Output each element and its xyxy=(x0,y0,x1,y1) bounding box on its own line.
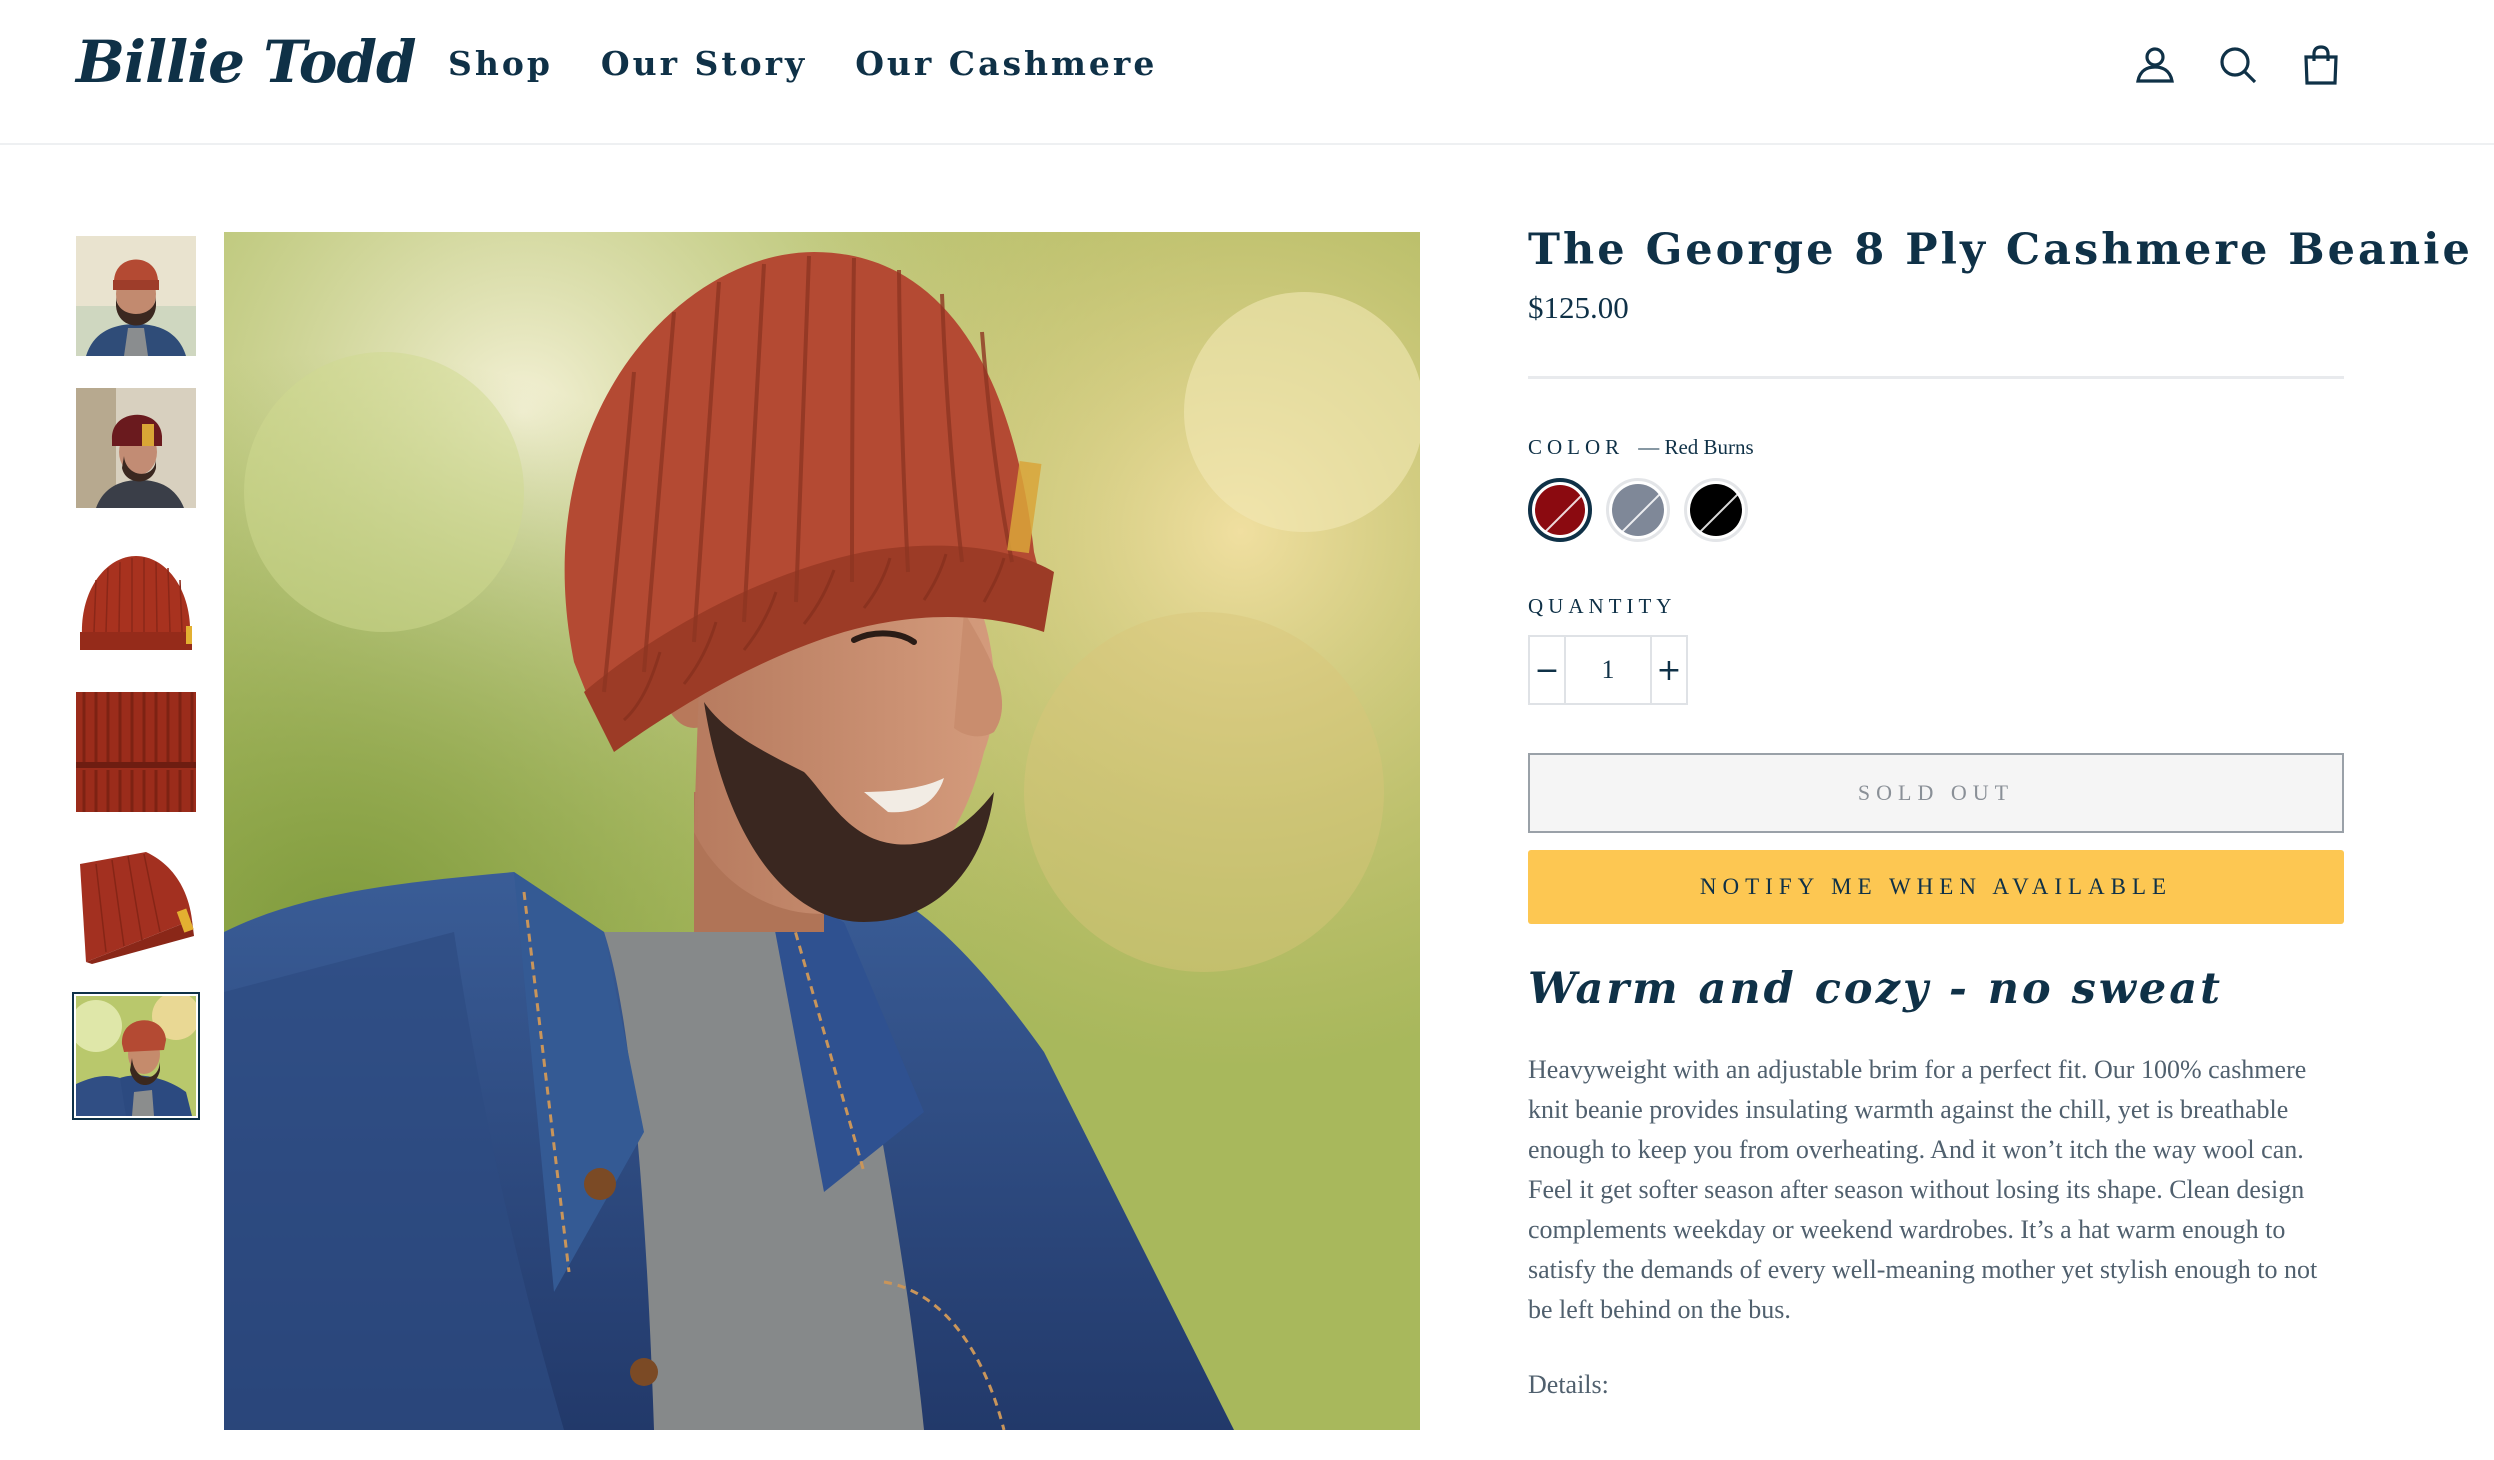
sold-out-button[interactable]: SOLD OUT xyxy=(1528,753,2344,833)
product-description: Heavyweight with an adjustable brim for … xyxy=(1528,1055,2318,1324)
main-nav: Shop Our Story Our Cashmere xyxy=(448,44,1157,83)
site-header: Billie Todd Shop Our Story Our Cashmere xyxy=(0,0,2494,145)
details-heading: Details: xyxy=(1528,1370,1609,1399)
thumbnail-beanie-flat-side[interactable] xyxy=(76,844,196,964)
cart-icon[interactable] xyxy=(2300,44,2342,86)
swatch-black-fill xyxy=(1690,484,1742,536)
divider xyxy=(1528,376,2344,379)
quantity-stepper: − + xyxy=(1528,635,1688,705)
search-icon[interactable] xyxy=(2217,44,2259,86)
product-tagline: Warm and cozy - no sweat xyxy=(1528,964,2223,1014)
thumbnail-man-wearing-beanie-profile[interactable] xyxy=(76,388,196,508)
selected-color-name: — Red Burns xyxy=(1638,435,1754,459)
color-swatches xyxy=(1528,478,2344,542)
account-icon[interactable] xyxy=(2134,44,2176,86)
brand-logo[interactable]: Billie Todd xyxy=(76,28,417,96)
thumbnail-beanie-flat-front[interactable] xyxy=(76,540,196,660)
notify-me-button[interactable]: NOTIFY ME WHEN AVAILABLE xyxy=(1528,850,2344,924)
swatch-red-burns-fill xyxy=(1535,485,1585,535)
thumbnail-man-wearing-beanie-front[interactable] xyxy=(76,236,196,356)
swatch-red-burns[interactable] xyxy=(1528,478,1592,542)
thumbnail-beanie-knit-closeup[interactable] xyxy=(76,692,196,812)
nav-item-our-cashmere[interactable]: Our Cashmere xyxy=(855,44,1157,83)
product-price: $125.00 xyxy=(1528,290,1629,325)
quantity-decrease-button[interactable]: − xyxy=(1530,637,1564,703)
header-actions xyxy=(2134,44,2342,86)
swatch-black[interactable] xyxy=(1684,478,1748,542)
nav-item-shop[interactable]: Shop xyxy=(448,44,553,83)
product-info: The George 8 Ply Cashmere Beanie $125.00… xyxy=(1528,222,2473,1400)
quantity-increase-button[interactable]: + xyxy=(1652,637,1686,703)
swatch-grey-fill xyxy=(1612,484,1664,536)
color-label-row: COLOR — Red Burns xyxy=(1528,435,2344,460)
nav-item-our-story[interactable]: Our Story xyxy=(601,44,807,83)
product-main-image[interactable] xyxy=(224,232,1420,1430)
thumbnail-man-wearing-beanie-denim-jacket[interactable] xyxy=(72,992,200,1120)
product-title: The George 8 Ply Cashmere Beanie xyxy=(1528,225,2473,275)
swatch-grey[interactable] xyxy=(1606,478,1670,542)
color-label: COLOR xyxy=(1528,435,1625,459)
quantity-input[interactable] xyxy=(1564,637,1652,703)
quantity-label: QUANTITY xyxy=(1528,594,1677,618)
